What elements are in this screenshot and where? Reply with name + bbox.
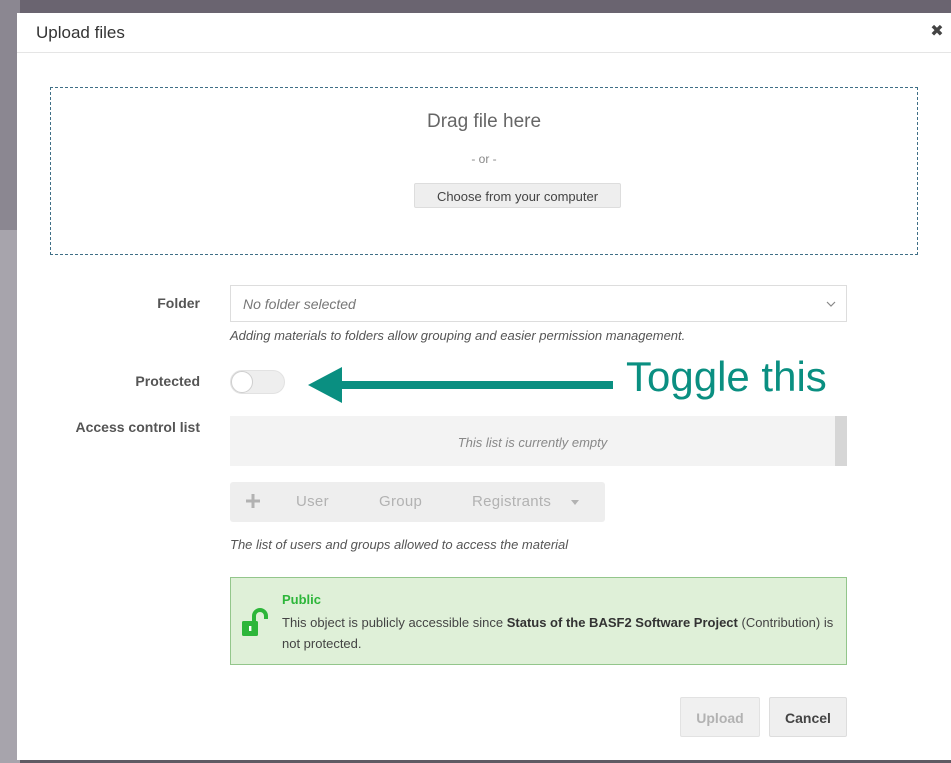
acl-empty-text: This list is currently empty <box>457 435 608 450</box>
dropzone-or-text: - or - <box>471 152 497 166</box>
protected-toggle[interactable] <box>230 370 285 394</box>
folder-select-value: No folder selected <box>243 296 356 312</box>
caret-down-icon <box>571 500 579 505</box>
close-icon[interactable]: ✖ <box>929 23 945 41</box>
lock-open-icon <box>242 608 268 636</box>
public-object-name: Status of the BASF2 Software Project <box>506 615 738 630</box>
upload-button[interactable]: Upload <box>680 697 760 737</box>
public-text-prefix: This object is publicly accessible since <box>282 615 507 630</box>
acl-label: Access control list <box>75 419 201 435</box>
dialog-title: Upload files <box>36 23 125 42</box>
cancel-button[interactable]: Cancel <box>769 697 847 737</box>
folder-help-text: Adding materials to folders allow groupi… <box>230 328 686 343</box>
file-dropzone[interactable]: Drag file here - or - Choose from your c… <box>50 87 918 255</box>
public-notice: Public This object is publicly accessibl… <box>230 577 847 665</box>
upload-files-dialog: Upload files ✖ Drag file here - or - Cho… <box>17 13 951 760</box>
folder-select[interactable]: No folder selected <box>230 285 847 322</box>
add-group-button[interactable]: Group <box>379 493 422 510</box>
choose-file-button[interactable]: Choose from your computer <box>414 183 621 208</box>
toggle-knob <box>231 371 253 393</box>
dialog-header: Upload files ✖ <box>17 13 951 53</box>
acl-scrollbar[interactable] <box>835 416 847 466</box>
public-notice-title: Public <box>282 592 322 607</box>
folder-label: Folder <box>157 295 200 311</box>
dropzone-title: Drag file here <box>426 111 542 132</box>
plus-icon[interactable] <box>246 494 260 508</box>
registrants-dropdown[interactable]: Registrants <box>472 493 551 510</box>
protected-label: Protected <box>135 373 200 389</box>
public-notice-text: This object is publicly accessible since… <box>282 612 837 654</box>
acl-toolbar: User Group Registrants <box>230 482 605 522</box>
annotation-text: Toggle this <box>626 353 827 400</box>
acl-help-text: The list of users and groups allowed to … <box>230 537 569 552</box>
acl-list: This list is currently empty <box>230 416 847 466</box>
annotation-arrow-icon <box>308 367 613 403</box>
chevron-down-icon <box>826 301 836 307</box>
add-user-button[interactable]: User <box>296 493 329 510</box>
